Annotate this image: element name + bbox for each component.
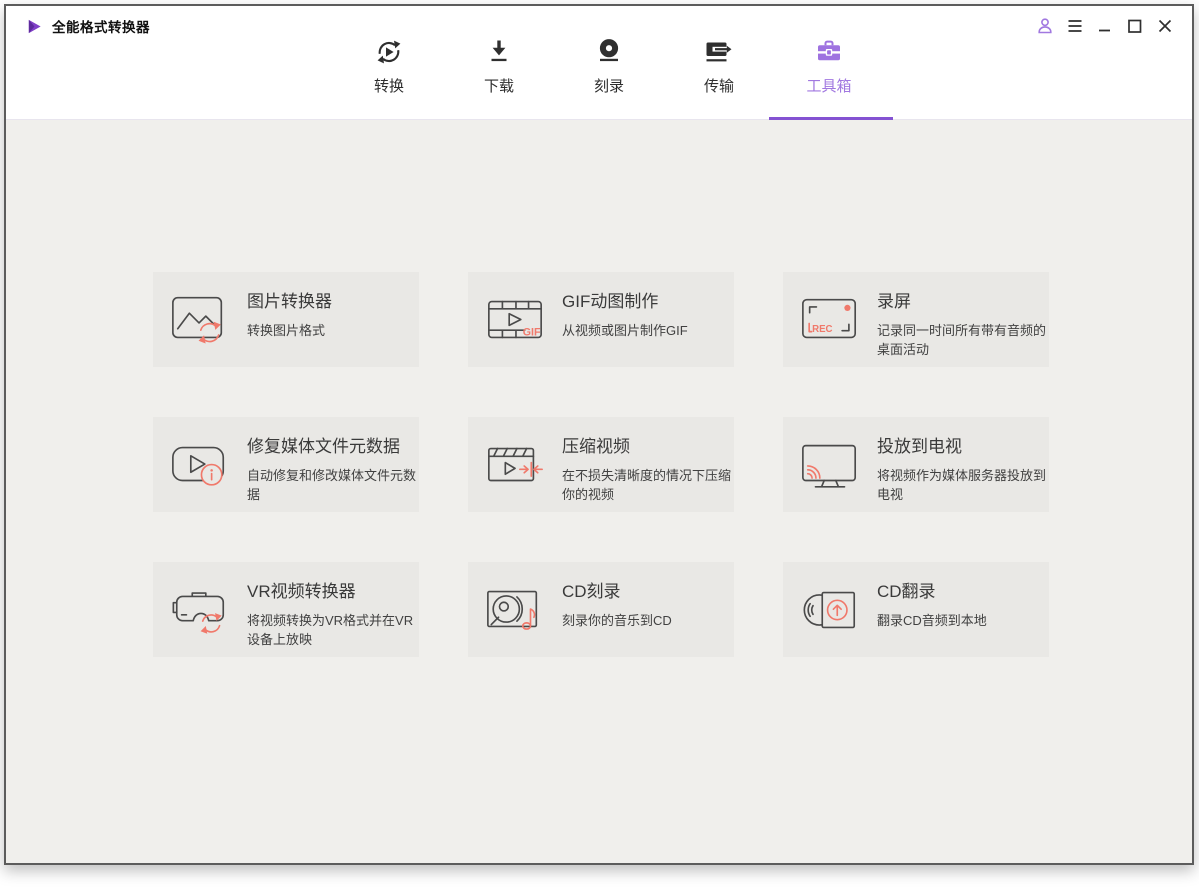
account-icon[interactable] [1034,15,1056,37]
app-title: 全能格式转换器 [52,20,150,35]
cd-rip-icon [783,562,877,657]
card-title: CD刻录 [562,582,621,601]
card-description: 刻录你的音乐到CD [562,613,672,628]
card-description: 将视频转换为VR格式并在VR设备上放映 [247,613,414,647]
card-description: 自动修复和修改媒体文件元数据 [247,468,417,502]
image-converter-icon [153,272,247,367]
card-title: 压缩视频 [562,437,630,456]
main-nav: 转换 下载 刻录 传输 工具箱 [334,34,884,96]
card-cd-burn[interactable]: CD刻录 刻录你的音乐到CD [468,562,734,657]
maximize-icon[interactable] [1124,15,1146,37]
card-vr-converter[interactable]: VR视频转换器 将视频转换为VR格式并在VR设备上放映 [153,562,419,657]
header: 全能格式转换器 转换 下载 刻录 传输 工具箱 [6,6,1192,120]
convert-icon [334,34,444,70]
card-cd-rip[interactable]: CD翻录 翻录CD音频到本地 [783,562,1049,657]
toolbox-icon [774,34,884,70]
tab-burn[interactable]: 刻录 [554,34,664,96]
card-title: CD翻录 [877,582,936,601]
cd-burn-icon [468,562,562,657]
app-logo-icon [28,19,41,33]
minimize-icon[interactable] [1094,15,1116,37]
card-compress-video[interactable]: 压缩视频 在不损失清晰度的情况下压缩你的视频 [468,417,734,512]
burn-icon [554,34,664,70]
cast-to-tv-icon [783,417,877,512]
card-screen-record[interactable]: REC 录屏 记录同一时间所有带有音频的桌面活动 [783,272,1049,367]
card-title: 图片转换器 [247,292,332,311]
toolbox-content: 图片转换器 转换图片格式 GIF GIF动图制作 从视频或图片制作GIF REC… [6,120,1192,863]
tab-download[interactable]: 下载 [444,34,554,96]
svg-text:GIF: GIF [523,326,541,338]
svg-text:REC: REC [812,324,832,335]
card-cast-to-tv[interactable]: 投放到电视 将视频作为媒体服务器投放到电视 [783,417,1049,512]
close-icon[interactable] [1154,15,1176,37]
window-controls [1034,15,1176,37]
tab-transfer-label: 传输 [703,78,734,95]
app-window: 全能格式转换器 转换 下载 刻录 传输 工具箱 图片转换器 转换图片格式 GIF… [4,4,1194,865]
titlebar: 全能格式转换器 [26,16,150,36]
card-title: GIF动图制作 [562,292,659,311]
menu-icon[interactable] [1064,15,1086,37]
card-description: 记录同一时间所有带有音频的桌面活动 [877,323,1047,357]
card-title: VR视频转换器 [247,582,356,601]
card-title: 投放到电视 [877,437,962,456]
tool-cards-grid: 图片转换器 转换图片格式 GIF GIF动图制作 从视频或图片制作GIF REC… [153,272,1049,657]
tab-toolbox-label: 工具箱 [806,78,852,95]
tab-toolbox[interactable]: 工具箱 [774,34,884,96]
tab-download-label: 下载 [483,78,514,95]
screen-record-icon: REC [783,272,877,367]
card-fix-metadata[interactable]: 修复媒体文件元数据 自动修复和修改媒体文件元数据 [153,417,419,512]
card-description: 转换图片格式 [247,323,326,338]
gif-maker-icon: GIF [468,272,562,367]
card-description: 在不损失清晰度的情况下压缩你的视频 [562,468,732,502]
vr-converter-icon [153,562,247,657]
tab-convert[interactable]: 转换 [334,34,444,96]
card-title: 录屏 [877,292,911,311]
card-description: 将视频作为媒体服务器投放到电视 [877,468,1047,502]
card-description: 从视频或图片制作GIF [562,323,688,338]
transfer-icon [664,34,774,70]
tab-burn-label: 刻录 [593,78,624,95]
download-icon [444,34,554,70]
tab-transfer[interactable]: 传输 [664,34,774,96]
card-description: 翻录CD音频到本地 [877,613,987,628]
card-title: 修复媒体文件元数据 [247,437,400,456]
card-image-converter[interactable]: 图片转换器 转换图片格式 [153,272,419,367]
tab-convert-label: 转换 [373,78,404,95]
card-gif-maker[interactable]: GIF GIF动图制作 从视频或图片制作GIF [468,272,734,367]
fix-metadata-icon [153,417,247,512]
compress-video-icon [468,417,562,512]
